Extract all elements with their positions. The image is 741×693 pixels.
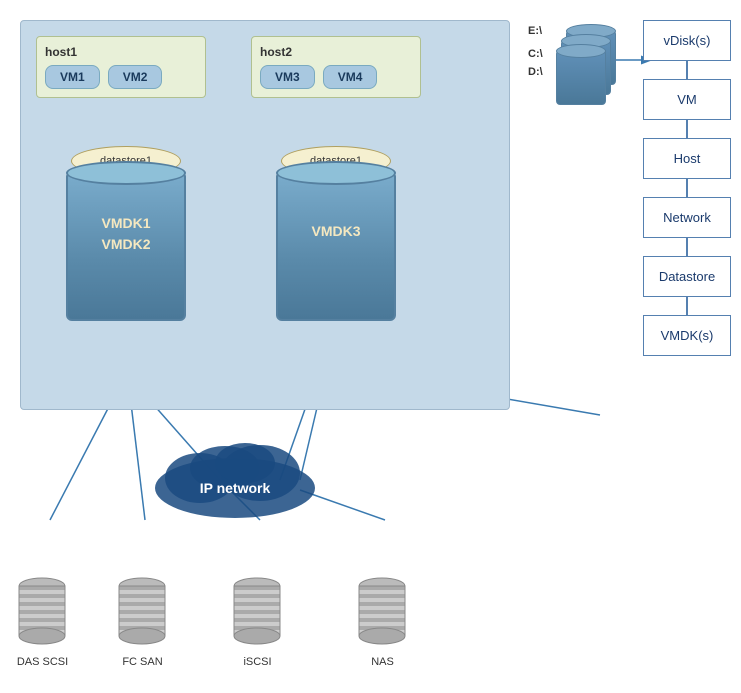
host1-vms: VM1 VM2: [45, 65, 197, 89]
host1-box: host1 VM1 VM2: [36, 36, 206, 98]
connector-1: [686, 61, 688, 79]
vm4-chip: VM4: [323, 65, 378, 89]
vdisk-cylinders: [556, 30, 626, 110]
vmdk3-label: VMDK3: [278, 223, 394, 239]
nas-storage: NAS: [355, 574, 410, 668]
host2-box: host2 VM3 VM4: [251, 36, 421, 98]
hierarchy-vdisk: vDisk(s): [643, 20, 731, 61]
datastore2-group: datastore1 VMDK3: [276, 161, 396, 311]
vm3-chip: VM3: [260, 65, 315, 89]
fc-san-label: FC SAN: [115, 656, 170, 668]
ip-network-cloud: IP network: [150, 433, 320, 528]
iscsi-storage: iSCSI: [230, 574, 285, 668]
iscsi-label: iSCSI: [230, 656, 285, 668]
host2-vms: VM3 VM4: [260, 65, 412, 89]
vdisk-area: E:\ C:\ D:\: [556, 30, 626, 110]
das-scsi-label: DAS SCSI: [15, 656, 70, 668]
host2-label: host2: [260, 45, 412, 59]
fc-san-storage: FC SAN: [115, 574, 170, 668]
vm2-chip: VM2: [108, 65, 163, 89]
hierarchy-vmdk: VMDK(s): [643, 315, 731, 356]
hierarchy-network: Network: [643, 197, 731, 238]
connector-2: [686, 120, 688, 138]
host1-label: host1: [45, 45, 197, 59]
hierarchy-host: Host: [643, 138, 731, 179]
diagram: host1 VM1 VM2 host2 VM3 VM4 datastore1 V: [0, 0, 741, 693]
connector-5: [686, 297, 688, 315]
hierarchy-datastore: Datastore: [643, 256, 731, 297]
das-scsi-storage: DAS SCSI: [15, 574, 70, 668]
connector-4: [686, 238, 688, 256]
nas-label: NAS: [355, 656, 410, 668]
cdrive-label: C:\: [528, 48, 543, 60]
edrive-label: E:\: [528, 25, 542, 37]
datastore1-group: datastore1 VMDK1VMDK2: [66, 161, 186, 311]
ddrive-label: D:\: [528, 66, 543, 78]
svg-text:IP network: IP network: [200, 480, 271, 496]
connector-3: [686, 179, 688, 197]
vmdk1-label: VMDK1VMDK2: [68, 213, 184, 255]
hierarchy-vm: VM: [643, 79, 731, 120]
hosts-panel: host1 VM1 VM2 host2 VM3 VM4 datastore1 V: [20, 20, 510, 410]
hierarchy-panel: vDisk(s) VM Host Network Datastore VMDK(…: [643, 20, 731, 356]
vm1-chip: VM1: [45, 65, 100, 89]
